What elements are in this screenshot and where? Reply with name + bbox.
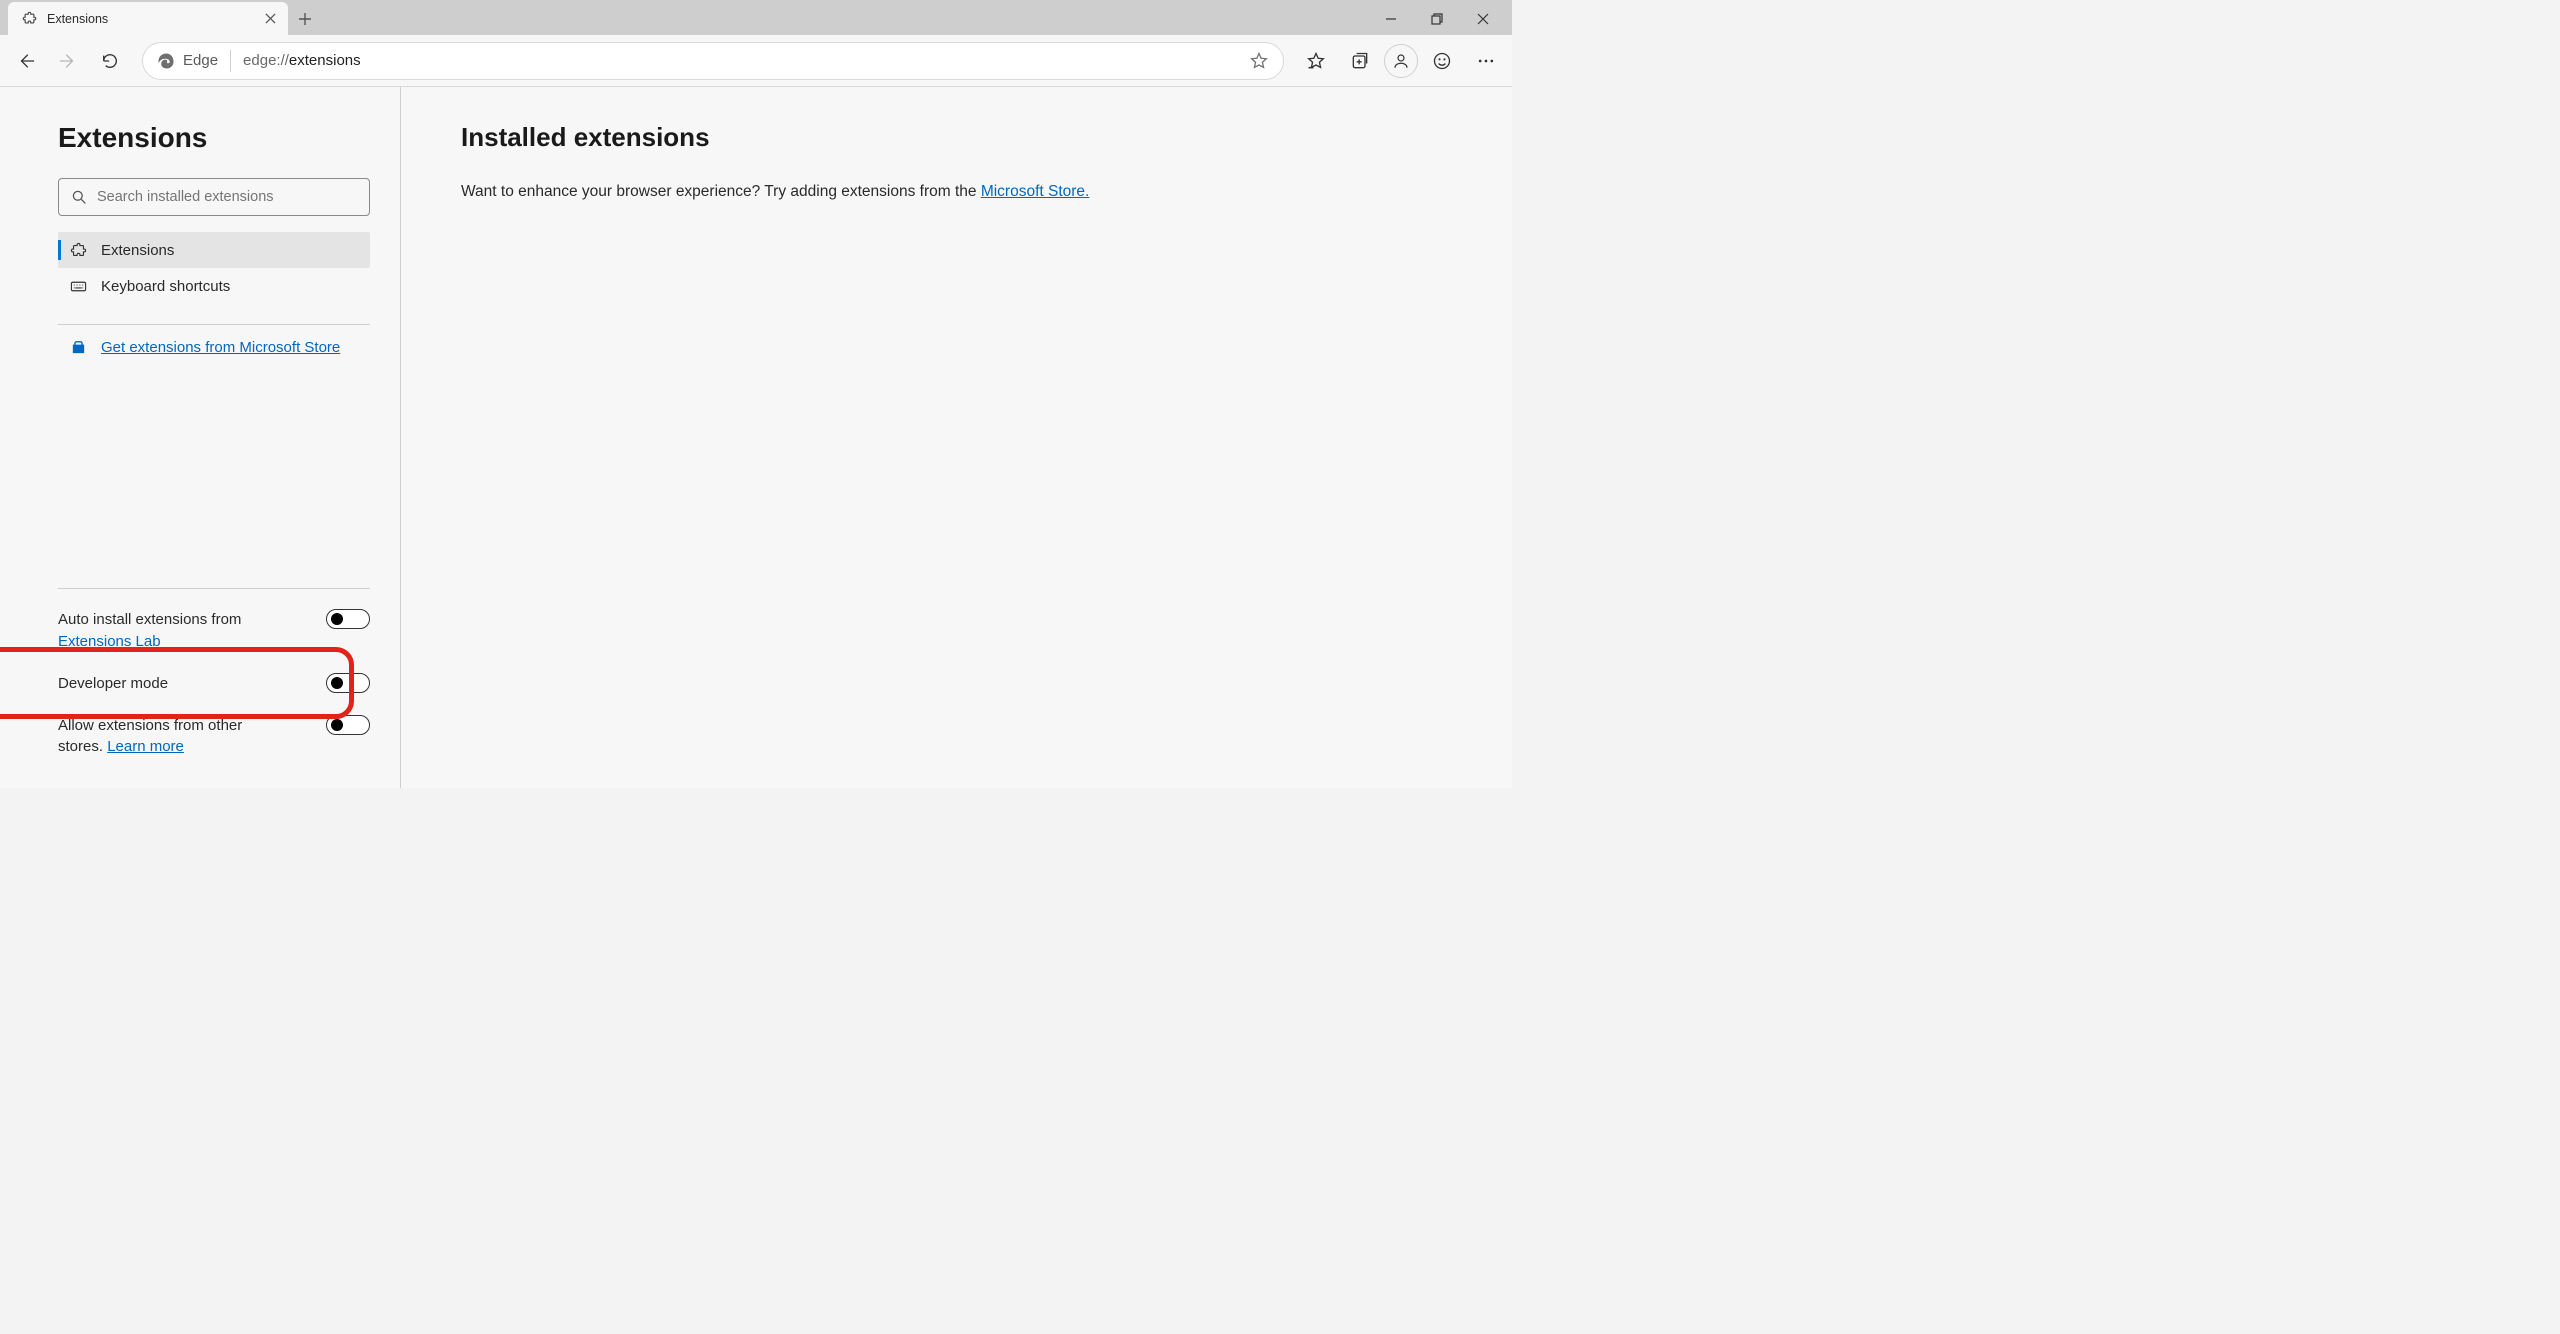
toggle-row-auto-install: Auto install extensions from Extensions …	[58, 599, 370, 663]
url-text: edge://extensions	[243, 52, 361, 69]
puzzle-icon	[22, 11, 37, 26]
auto-install-toggle[interactable]	[326, 609, 370, 629]
learn-more-link[interactable]: Learn more	[107, 738, 184, 755]
toggle-row-other-stores: Allow extensions from other stores. Lear…	[58, 705, 370, 769]
toggle-label: Allow extensions from other stores. Lear…	[58, 715, 268, 759]
plus-icon	[298, 12, 312, 26]
maximize-icon	[1431, 13, 1443, 25]
sidebar: Extensions Extensions Keyboard shortcuts…	[0, 87, 401, 788]
microsoft-store-link[interactable]: Microsoft Store.	[981, 183, 1090, 200]
tab-close-button[interactable]	[262, 11, 278, 27]
smiley-icon	[1432, 51, 1452, 71]
window-close-button[interactable]	[1460, 2, 1506, 35]
collections-button[interactable]	[1340, 41, 1380, 81]
page-body: Extensions Extensions Keyboard shortcuts…	[0, 87, 1512, 788]
divider	[230, 50, 231, 72]
refresh-button[interactable]	[90, 41, 130, 81]
page-title: Installed extensions	[461, 122, 1452, 153]
maximize-button[interactable]	[1414, 2, 1460, 35]
favorite-star-icon[interactable]	[1249, 51, 1269, 71]
favorites-button[interactable]	[1296, 41, 1336, 81]
toggle-row-developer-mode: Developer mode	[58, 663, 370, 705]
more-button[interactable]	[1466, 41, 1506, 81]
toggle-label: Auto install extensions from Extensions …	[58, 609, 268, 653]
new-tab-button[interactable]	[288, 2, 322, 35]
sidebar-item-label: Extensions	[101, 242, 174, 259]
store-icon	[70, 339, 87, 356]
sidebar-bottom: Auto install extensions from Extensions …	[58, 578, 370, 768]
sidebar-heading: Extensions	[58, 122, 370, 154]
store-link[interactable]: Get extensions from Microsoft Store	[58, 335, 370, 360]
edge-chip: Edge	[157, 52, 218, 70]
back-button[interactable]	[6, 41, 46, 81]
search-input[interactable]	[97, 189, 357, 205]
toggle-label: Developer mode	[58, 673, 168, 695]
toolbar-right	[1296, 41, 1506, 81]
puzzle-icon	[70, 242, 87, 259]
browser-toolbar: Edge edge://extensions	[0, 35, 1512, 87]
edge-label: Edge	[183, 52, 218, 69]
favorites-icon	[1306, 51, 1326, 71]
divider	[58, 588, 370, 589]
more-icon	[1476, 51, 1496, 71]
developer-mode-toggle[interactable]	[326, 673, 370, 693]
toggle-knob	[331, 719, 343, 731]
store-link-text: Get extensions from Microsoft Store	[101, 339, 340, 356]
minimize-button[interactable]	[1368, 2, 1414, 35]
toggle-knob	[331, 613, 343, 625]
divider	[58, 324, 370, 325]
person-icon	[1392, 52, 1410, 70]
close-icon	[1477, 13, 1489, 25]
profile-button[interactable]	[1384, 44, 1418, 78]
tab-title: Extensions	[47, 12, 252, 26]
other-stores-toggle[interactable]	[326, 715, 370, 735]
arrow-left-icon	[17, 52, 35, 70]
search-icon	[71, 189, 87, 205]
minimize-icon	[1385, 13, 1397, 25]
feedback-button[interactable]	[1422, 41, 1462, 81]
collections-icon	[1350, 51, 1370, 71]
address-bar[interactable]: Edge edge://extensions	[142, 42, 1284, 80]
sidebar-nav: Extensions Keyboard shortcuts	[58, 232, 370, 304]
close-icon	[265, 13, 276, 24]
window-controls	[1368, 2, 1512, 35]
browser-tab[interactable]: Extensions	[8, 2, 288, 35]
search-box[interactable]	[58, 178, 370, 216]
arrow-right-icon	[59, 52, 77, 70]
toggle-knob	[331, 677, 343, 689]
sidebar-item-extensions[interactable]: Extensions	[58, 232, 370, 268]
refresh-icon	[101, 52, 119, 70]
edge-icon	[157, 52, 175, 70]
titlebar: Extensions	[0, 0, 1512, 35]
keyboard-icon	[70, 278, 87, 295]
extensions-lab-link[interactable]: Extensions Lab	[58, 633, 161, 650]
prompt-text: Want to enhance your browser experience?…	[461, 183, 1452, 201]
sidebar-item-label: Keyboard shortcuts	[101, 278, 230, 295]
sidebar-item-shortcuts[interactable]: Keyboard shortcuts	[58, 268, 370, 304]
main-content: Installed extensions Want to enhance you…	[401, 87, 1512, 788]
forward-button[interactable]	[48, 41, 88, 81]
